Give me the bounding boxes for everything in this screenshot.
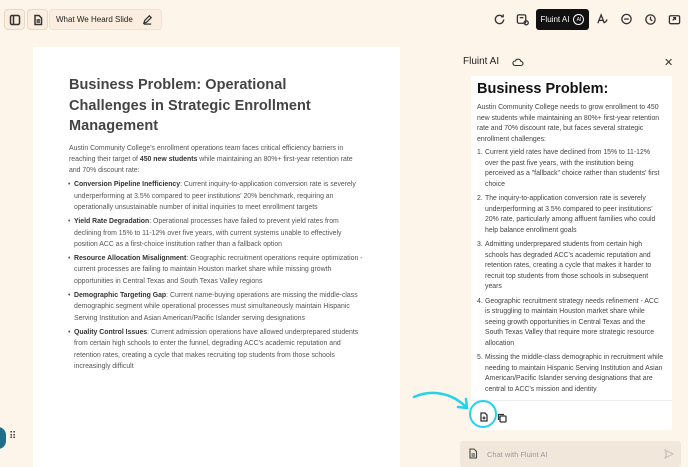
ai-image-icon	[516, 13, 529, 25]
copy-icon	[497, 413, 507, 423]
chat-input[interactable]	[487, 446, 657, 462]
edit-icon[interactable]	[142, 14, 153, 25]
top-toolbar: What We Heard Slide Fluint AI AI	[0, 0, 688, 38]
list-item: Yield Rate Degradation: Operational proc…	[68, 216, 366, 250]
list-item: Resource Allocation Misalignment: Geogra…	[68, 253, 366, 287]
intro-bold: 450 new students	[139, 155, 198, 163]
fluint-ai-button[interactable]: Fluint AI AI	[536, 9, 589, 30]
ai-badge-icon: AI	[573, 14, 585, 25]
annotation-arrow	[412, 391, 469, 410]
panel-title: Fluint AI	[463, 56, 500, 67]
document-heading: Business Problem: Operational Challenges…	[69, 77, 311, 134]
card-intro: Austin Community College needs to grow e…	[477, 104, 660, 143]
ai-response-card: Business Problem: Austin Community Colle…	[471, 76, 672, 430]
send-icon[interactable]	[664, 449, 674, 459]
sidebar-icon	[9, 14, 20, 25]
list-item: 2. The inquiry-to-application conversion …	[477, 194, 664, 236]
drag-grip-icon[interactable]: ⠿	[9, 431, 16, 442]
item-text: Missing the middle-class demographic in …	[485, 354, 664, 393]
item-text: The inquiry-to-application conversion ra…	[485, 195, 656, 234]
item-text: Current yield rates have declined from 1…	[485, 149, 660, 188]
ai-image-button[interactable]	[514, 11, 530, 27]
item-number: 2.	[477, 195, 483, 202]
document-title-field[interactable]: What We Heard Slide	[49, 9, 162, 30]
card-divider	[471, 400, 672, 401]
document-icon	[33, 14, 42, 25]
copy-button[interactable]	[497, 410, 509, 423]
problem-list: Conversion Pipeline Inefficiency: Curren…	[68, 179, 366, 372]
comment-icon	[620, 13, 632, 24]
comment-button[interactable]	[618, 11, 634, 27]
document-button[interactable]	[27, 9, 48, 30]
list-item: Quality Control Issues: Current admissio…	[68, 327, 366, 372]
list-item: Conversion Pipeline Inefficiency: Curren…	[68, 179, 366, 213]
document-intro: Austin Community College's enrollment op…	[69, 143, 366, 177]
fluint-ai-label: Fluint AI	[540, 15, 570, 24]
card-heading: Business Problem:	[477, 81, 609, 97]
attach-document-icon[interactable]	[468, 448, 478, 459]
chat-bar	[460, 441, 681, 467]
item-number: 3.	[477, 241, 483, 248]
refresh-icon	[494, 13, 504, 24]
text-format-icon	[596, 12, 608, 23]
list-item: 4. Geographic recruitment strategy needs …	[477, 297, 664, 350]
bullet-title: Resource Allocation Misalignment	[74, 255, 187, 263]
document-title: What We Heard Slide	[56, 15, 133, 24]
list-item: Demographic Targeting Gap: Current name-…	[68, 290, 366, 324]
item-number: 5.	[477, 354, 483, 361]
cloud-sync-icon	[512, 58, 524, 67]
item-text: Geographic recruitment strategy needs re…	[485, 297, 659, 347]
list-item: 5. Missing the middle-class demographic i…	[477, 353, 664, 395]
item-text: Admitting underprepared students from ce…	[485, 241, 652, 290]
bullet-title: Yield Rate Degradation	[74, 218, 150, 226]
share-button[interactable]	[666, 11, 682, 27]
close-icon[interactable]: ✕	[664, 56, 673, 69]
sidebar-toggle-button[interactable]	[4, 9, 25, 30]
item-number: 1.	[477, 149, 483, 156]
bullet-title: Conversion Pipeline Inefficiency	[74, 181, 181, 189]
list-item: 1. Current yield rates have declined from…	[477, 148, 664, 190]
list-item: 3. Admitting underprepared students from …	[477, 240, 664, 293]
card-list: 1. Current yield rates have declined from…	[477, 148, 664, 395]
bullet-title: Demographic Targeting Gap	[74, 292, 167, 300]
help-widget-handle[interactable]	[0, 427, 6, 449]
history-icon	[644, 13, 656, 25]
text-format-button[interactable]	[594, 11, 610, 27]
history-button[interactable]	[642, 11, 658, 27]
item-number: 4.	[477, 297, 483, 305]
refresh-button[interactable]	[491, 11, 507, 27]
document-page[interactable]: Business Problem: Operational Challenges…	[33, 47, 400, 467]
bullet-title: Quality Control Issues	[74, 328, 148, 336]
share-icon	[668, 14, 680, 24]
